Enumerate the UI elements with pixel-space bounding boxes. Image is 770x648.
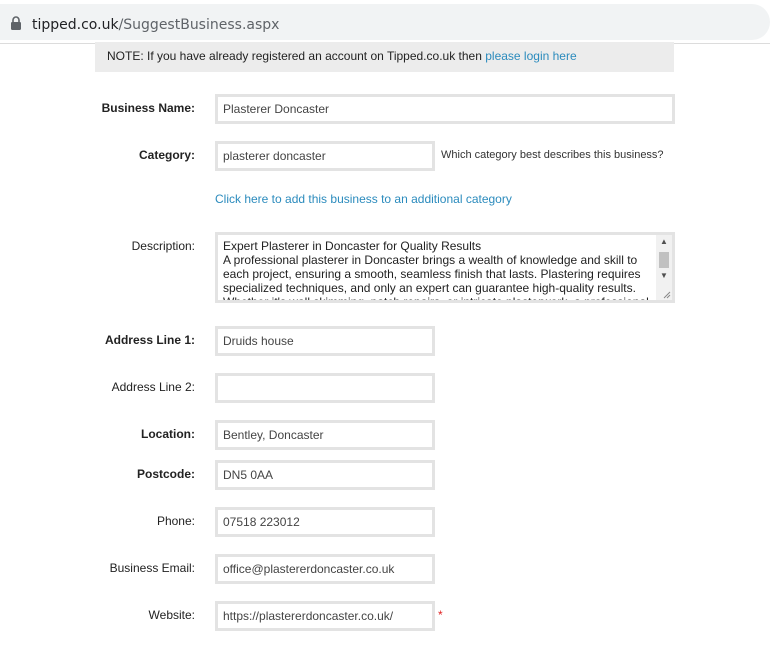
address-line-1-label: Address Line 1: (104, 333, 195, 347)
required-marker: * (438, 608, 443, 622)
postcode-label: Postcode: (136, 467, 195, 481)
category-hint: Which category best describes this busin… (441, 149, 664, 161)
phone-label: Phone: (156, 514, 195, 528)
address-line-2-label: Address Line 2: (111, 380, 195, 394)
business-name-label: Business Name: (101, 101, 195, 115)
website-label: Website: (148, 608, 195, 622)
category-label: Category: (138, 148, 195, 162)
scroll-down-arrow-icon[interactable]: ▼ (660, 272, 668, 280)
description-text: Expert Plasterer in Doncaster for Qualit… (223, 239, 649, 303)
lock-icon (11, 16, 21, 30)
resize-grip-icon[interactable] (662, 290, 671, 299)
url-text[interactable]: tipped.co.uk/SuggestBusiness.aspx (32, 17, 279, 33)
location-input[interactable] (215, 420, 435, 450)
category-input[interactable] (215, 141, 435, 171)
business-email-input[interactable] (215, 554, 435, 584)
postcode-input[interactable] (215, 460, 435, 490)
scroll-up-arrow-icon[interactable]: ▲ (660, 238, 668, 246)
address-bar-field[interactable]: tipped.co.uk/SuggestBusiness.aspx (0, 4, 770, 40)
add-category-link[interactable]: Click here to add this business to an ad… (215, 192, 512, 206)
login-note: NOTE: If you have already registered an … (95, 42, 674, 72)
address-line-1-input[interactable] (215, 326, 435, 356)
description-label: Description: (131, 239, 195, 253)
scrollbar-thumb[interactable] (659, 252, 669, 268)
url-path: /SuggestBusiness.aspx (118, 17, 280, 33)
browser-address-bar: tipped.co.uk/SuggestBusiness.aspx (0, 0, 770, 44)
login-link[interactable]: please login here (485, 49, 576, 63)
location-label: Location: (141, 427, 195, 441)
business-name-input[interactable] (215, 94, 675, 124)
website-input[interactable] (215, 601, 435, 631)
phone-input[interactable] (215, 507, 435, 537)
business-email-label: Business Email: (109, 561, 195, 575)
address-line-2-input[interactable] (215, 373, 435, 403)
url-host: tipped.co.uk (32, 17, 119, 33)
login-note-text: NOTE: If you have already registered an … (107, 49, 486, 63)
description-textarea[interactable]: Expert Plasterer in Doncaster for Qualit… (215, 232, 675, 303)
